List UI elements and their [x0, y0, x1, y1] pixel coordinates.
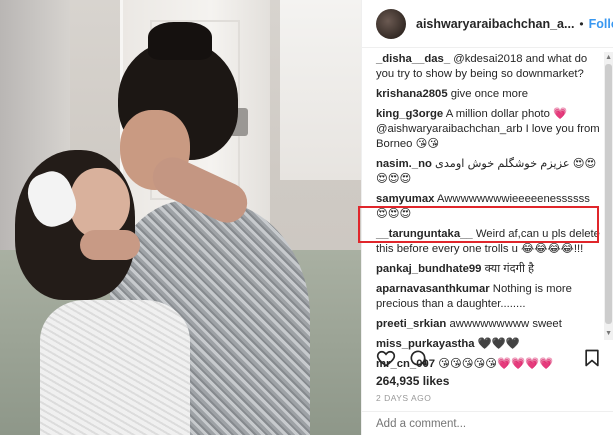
photo-hand	[80, 230, 140, 260]
add-comment-input[interactable]	[376, 418, 600, 430]
add-comment-bar	[362, 411, 613, 435]
comment: _disha__das_ @kdesai2018 and what do you…	[376, 52, 602, 82]
post-timestamp: 2 DAYS AGO	[376, 393, 432, 403]
comment-text: क्या गंदगी है	[484, 263, 535, 275]
comment-username[interactable]: king_g3orge	[376, 108, 443, 120]
comment: samyumax Awwwwwwwwieeeeenessssss 😍😍😍	[376, 192, 602, 222]
scroll-down-arrow-icon[interactable]: ▼	[605, 330, 612, 337]
comment-text: give once more	[450, 88, 528, 100]
post-header: aishwaryaraibachchan_a... • Follow	[362, 0, 613, 48]
follow-button[interactable]: Follow	[589, 17, 613, 31]
comment-username[interactable]: pankaj_bundhate99	[376, 263, 481, 275]
comments-panel: aishwaryaraibachchan_a... • Follow _dish…	[361, 0, 613, 435]
photo-window	[280, 0, 361, 180]
comment-highlighted: __tarunguntaka__ Weird af,can u pls dele…	[376, 227, 602, 257]
comment-username[interactable]: samyumax	[376, 193, 434, 205]
photo-girl-face	[70, 168, 130, 238]
post-actions	[376, 346, 602, 370]
scroll-up-arrow-icon[interactable]: ▲	[605, 54, 612, 61]
comment-username[interactable]: _disha__das_	[376, 53, 450, 65]
comment-text: awwwwwwwww sweet	[449, 318, 562, 330]
comment-username[interactable]: aparnavasanthkumar	[376, 283, 490, 295]
comment: king_g3orge A million dollar photo 💗 @ai…	[376, 107, 602, 152]
comment: nasim._no عزیزم خوشگلم خوش اومدی 😍😍😍😍😍	[376, 157, 602, 187]
comment: aparnavasanthkumar Nothing is more preci…	[376, 282, 602, 312]
post-username[interactable]: aishwaryaraibachchan_a...	[416, 17, 574, 31]
heart-icon[interactable]	[376, 348, 396, 368]
post-photo[interactable]	[0, 0, 361, 435]
likes-count[interactable]: 264,935 likes	[376, 374, 449, 388]
comment: pankaj_bundhate99 क्या गंदगी है	[376, 262, 602, 277]
comment-username[interactable]: nasim._no	[376, 158, 432, 170]
comment-icon[interactable]	[408, 348, 428, 368]
scrollbar-thumb[interactable]	[605, 64, 612, 324]
header-separator: •	[579, 16, 584, 31]
comment-username[interactable]: krishana2805	[376, 88, 448, 100]
comment: preeti_srkian awwwwwwwww sweet	[376, 317, 602, 332]
avatar[interactable]	[376, 8, 406, 39]
comment-username[interactable]: preeti_srkian	[376, 318, 446, 330]
bookmark-icon[interactable]	[582, 348, 602, 368]
photo-girl-dress	[40, 300, 190, 435]
photo-hair-bun	[148, 22, 212, 60]
comment-list: _disha__das_ @kdesai2018 and what do you…	[376, 52, 602, 376]
comment: krishana2805 give once more	[376, 87, 602, 102]
comment-username[interactable]: __tarunguntaka__	[376, 228, 473, 240]
